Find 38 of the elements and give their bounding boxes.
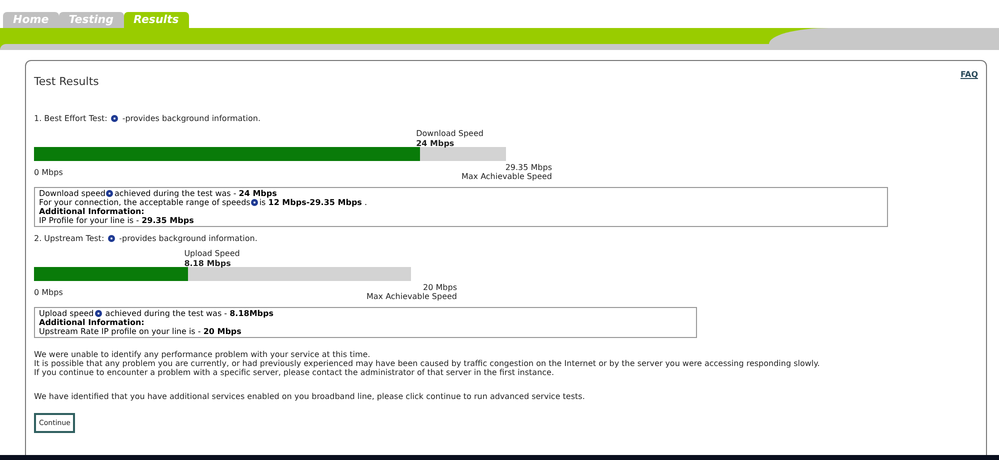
speed-value: 8.18 Mbps (184, 258, 232, 268)
result-message: It is possible that any problem you are currently, or had previously experienced may have been caused by traffic congestion on the Internet or by the server you were accessing responding slowly. (34, 358, 821, 368)
info-text: Upload speed (39, 308, 94, 318)
info-text: Upstream Rate IP profile on your line is - 20 Mbps (39, 326, 242, 336)
nav-tab[interactable]: Testing (58, 12, 124, 28)
nav-tab[interactable]: Results (124, 12, 189, 28)
max-speed-value: 29.35 Mbps (505, 162, 552, 172)
info-text: is 12 Mbps-29.35 Mbps . (259, 198, 368, 206)
max-speed-label: Max Achievable Speed (461, 172, 552, 180)
notice-text: We have identified that you have additional services enabled on you broadband line, please click continue to run advanced service tests. (34, 390, 586, 402)
panel-title: Test Results (34, 74, 99, 90)
speed-label: Download Speed (416, 128, 484, 138)
min-speed-label: 0 Mbps (34, 168, 63, 176)
help-icon[interactable] (251, 198, 258, 206)
min-speed-label: 0 Mbps (34, 288, 63, 296)
nav-tab[interactable]: Home (3, 12, 59, 28)
speed-value: 24 Mbps (416, 138, 456, 148)
info-text: IP Profile for your line is - 29.35 Mbps (39, 216, 194, 224)
info-text: achieved during the test was - 24 Mbps (114, 188, 277, 198)
speed-label: Upload Speed (184, 248, 240, 258)
info-text: achieved during the test was - 8.18Mbps (104, 308, 274, 318)
result-message: We were unable to identify any performance problem with your service at this time. (34, 350, 372, 358)
info-text: Additional Information: (39, 318, 144, 326)
test-heading: 2. Upstream Test: (34, 232, 104, 244)
info-text: Additional Information: (39, 206, 144, 216)
help-icon[interactable] (108, 235, 116, 242)
info-text: Download speed (39, 188, 106, 198)
test-heading: -provides background information. (119, 232, 258, 244)
max-speed-value: 20 Mbps (423, 282, 457, 292)
faq-link[interactable]: FAQ (960, 69, 978, 90)
result-message: If you continue to encounter a problem with a specific server, please contact the administrator of that server in the first instance. (34, 368, 555, 376)
help-icon[interactable] (94, 310, 102, 316)
help-icon[interactable] (106, 190, 114, 196)
max-speed-label: Max Achievable Speed (366, 292, 457, 300)
help-icon[interactable] (111, 115, 118, 122)
info-text: For your connection, the acceptable range of speeds (39, 198, 250, 206)
test-heading: -provides background information. (122, 112, 261, 124)
test-heading: 1. Best Effort Test: (34, 112, 108, 124)
